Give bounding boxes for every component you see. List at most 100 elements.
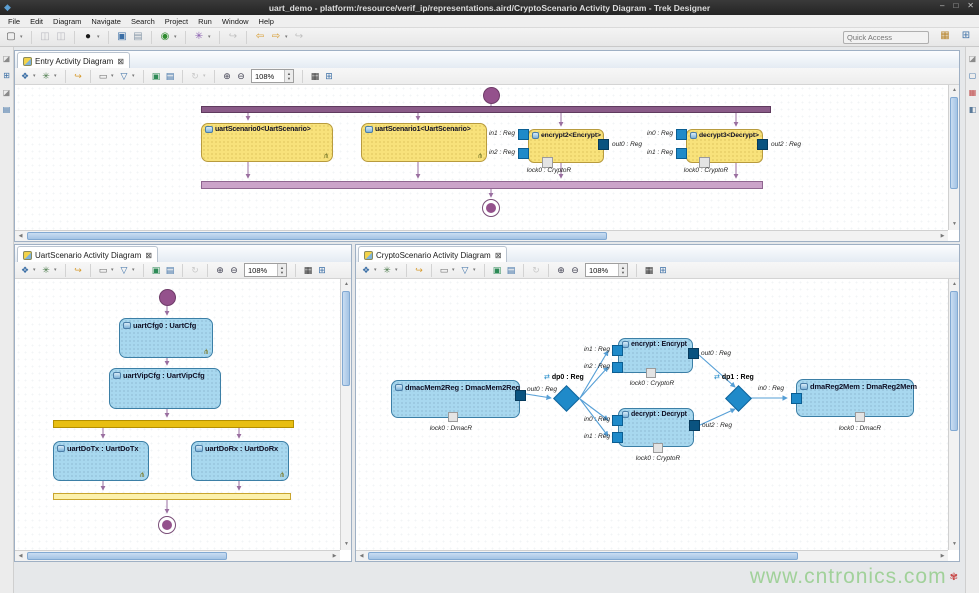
pin-in1[interactable]: [612, 345, 623, 356]
filters-icon[interactable]: ▽: [118, 71, 130, 82]
interpreter-view-icon[interactable]: ◧: [969, 105, 977, 115]
refresh-icon[interactable]: ↻: [189, 265, 201, 276]
scroll-thumb[interactable]: [950, 291, 958, 431]
launch-icon[interactable]: ◉: [158, 31, 172, 43]
open-perspective-icon[interactable]: ▦: [938, 30, 952, 42]
pin-lock0[interactable]: [646, 368, 656, 378]
export-image-icon[interactable]: ▣: [150, 265, 162, 276]
grid-icon[interactable]: ⊞: [323, 71, 335, 82]
zoom-out-icon[interactable]: ⊖: [235, 71, 247, 82]
zoom-level-input[interactable]: 108% ▲ ▼: [244, 263, 287, 277]
scroll-thumb[interactable]: [342, 291, 350, 386]
scroll-left-icon[interactable]: ◀: [15, 551, 26, 562]
node-encrypt2[interactable]: encrypt2<Encrypt>: [528, 129, 604, 163]
snapshot-icon[interactable]: ▦: [643, 265, 655, 276]
routing-dropdown-icon[interactable]: ▾: [54, 73, 59, 79]
pin-in0[interactable]: [612, 415, 623, 426]
restore-pane-icon[interactable]: ◪: [3, 88, 11, 98]
menu-diagram[interactable]: Diagram: [48, 17, 86, 26]
arrange-dropdown-icon[interactable]: ▾: [33, 73, 38, 79]
uart-vscrollbar[interactable]: ▲ ▼: [340, 279, 351, 550]
run-dropdown-icon[interactable]: ▾: [97, 34, 102, 40]
arrange-icon[interactable]: ❖: [19, 265, 31, 276]
entry-canvas[interactable]: uartScenario0<UartScenario> ⋔ uartScenar…: [15, 85, 948, 230]
node-uartDoTx[interactable]: uartDoTx : UartDoTx ⋔: [53, 441, 149, 481]
scroll-up-icon[interactable]: ▲: [949, 85, 960, 96]
layers-icon[interactable]: ▭: [438, 265, 450, 276]
tab-entry-activity-diagram[interactable]: Entry Activity Diagram ⊠: [17, 52, 130, 69]
tab-close-icon[interactable]: ⊠: [495, 251, 502, 260]
scroll-right-icon[interactable]: ▶: [937, 551, 948, 562]
zoom-in-icon[interactable]: ⊕: [555, 265, 567, 276]
node-decrypt[interactable]: decrypt : Decrypt: [618, 408, 694, 447]
zoom-spin-down-icon[interactable]: ▼: [285, 76, 293, 81]
minimize-icon[interactable]: –: [940, 1, 944, 10]
pin-in0[interactable]: [791, 393, 802, 404]
export-image-icon[interactable]: ▣: [150, 71, 162, 82]
crypto-canvas[interactable]: dmacMem2Reg : DmacMem2Reg out0 : Reg loc…: [356, 279, 948, 550]
copy-image-icon[interactable]: ▤: [164, 71, 176, 82]
pin-out0[interactable]: [515, 390, 526, 401]
filters-icon[interactable]: ▽: [118, 265, 130, 276]
filters-dropdown-icon[interactable]: ▾: [473, 267, 478, 273]
layers-icon[interactable]: ▭: [97, 265, 109, 276]
pin-out2[interactable]: [757, 139, 768, 150]
final-node[interactable]: [482, 199, 500, 217]
last-edit-icon[interactable]: ↪: [292, 31, 306, 43]
zoom-spin-down-icon[interactable]: ▼: [278, 270, 286, 275]
uart-hscrollbar[interactable]: ◀ ▶: [15, 550, 340, 561]
properties-view-icon[interactable]: ▢: [969, 71, 977, 81]
grid-icon[interactable]: ⊞: [316, 265, 328, 276]
outline-view-icon[interactable]: ▤: [3, 105, 11, 115]
pin-in1[interactable]: [518, 129, 529, 140]
scroll-left-icon[interactable]: ◀: [356, 551, 367, 562]
pin-in1[interactable]: [676, 148, 687, 159]
save-all-icon[interactable]: ◫: [54, 31, 68, 43]
pin-elements-icon[interactable]: ↪: [413, 265, 425, 276]
crypto-hscrollbar[interactable]: ◀ ▶: [356, 550, 948, 561]
close-icon[interactable]: ✕: [967, 1, 974, 10]
node-uartDoRx[interactable]: uartDoRx : UartDoRx ⋔: [191, 441, 289, 481]
wand-icon[interactable]: ✳: [192, 31, 206, 43]
entry-vscrollbar[interactable]: ▲ ▼: [948, 85, 959, 230]
zoom-level-input[interactable]: 108% ▲ ▼: [585, 263, 628, 277]
restore-pane-icon[interactable]: ◪: [3, 54, 11, 64]
copy-image-icon[interactable]: ▤: [505, 265, 517, 276]
refresh-dropdown-icon[interactable]: ▾: [203, 73, 208, 79]
restore-pane-icon[interactable]: ◪: [969, 54, 977, 64]
routing-dropdown-icon[interactable]: ▾: [54, 267, 59, 273]
tab-close-icon[interactable]: ⊠: [145, 251, 152, 260]
tab-close-icon[interactable]: ⊠: [117, 57, 124, 66]
pin-in2[interactable]: [612, 362, 623, 373]
wand-dropdown-icon[interactable]: ▾: [208, 34, 213, 40]
routing-icon[interactable]: ✳: [40, 265, 52, 276]
arrange-dropdown-icon[interactable]: ▾: [33, 267, 38, 273]
routing-icon[interactable]: ✳: [381, 265, 393, 276]
pin-in0[interactable]: [676, 129, 687, 140]
menu-navigate[interactable]: Navigate: [86, 17, 126, 26]
forward-icon[interactable]: ⇨: [269, 31, 283, 43]
export-image-icon[interactable]: ▣: [491, 265, 503, 276]
uart-canvas[interactable]: uartCfg0 : UartCfg ⋔ uartVipCfg : UartVi…: [15, 279, 340, 550]
pin-elements-icon[interactable]: ↪: [72, 71, 84, 82]
node-decrypt3[interactable]: decrypt3<Decrypt>: [686, 129, 763, 163]
scroll-thumb[interactable]: [368, 552, 798, 560]
menu-project[interactable]: Project: [160, 17, 193, 26]
scroll-down-icon[interactable]: ▼: [949, 539, 960, 550]
pin-in1[interactable]: [612, 432, 623, 443]
zoom-out-icon[interactable]: ⊖: [569, 265, 581, 276]
zoom-spin-down-icon[interactable]: ▼: [619, 270, 627, 275]
refresh-icon[interactable]: ↻: [530, 265, 542, 276]
join-bar[interactable]: [201, 181, 763, 189]
refresh-icon[interactable]: ↻: [189, 71, 201, 82]
routing-dropdown-icon[interactable]: ▾: [395, 267, 400, 273]
run-verification-icon[interactable]: ●: [81, 31, 95, 43]
routing-icon[interactable]: ✳: [40, 71, 52, 82]
layers-dropdown-icon[interactable]: ▾: [452, 267, 457, 273]
snapshot-icon[interactable]: ▦: [309, 71, 321, 82]
launch-dropdown-icon[interactable]: ▾: [174, 34, 179, 40]
layers-dropdown-icon[interactable]: ▾: [111, 73, 116, 79]
entry-hscrollbar[interactable]: ◀ ▶: [15, 230, 948, 241]
scroll-right-icon[interactable]: ▶: [329, 551, 340, 562]
new-wizard-icon[interactable]: ▢: [4, 31, 18, 43]
